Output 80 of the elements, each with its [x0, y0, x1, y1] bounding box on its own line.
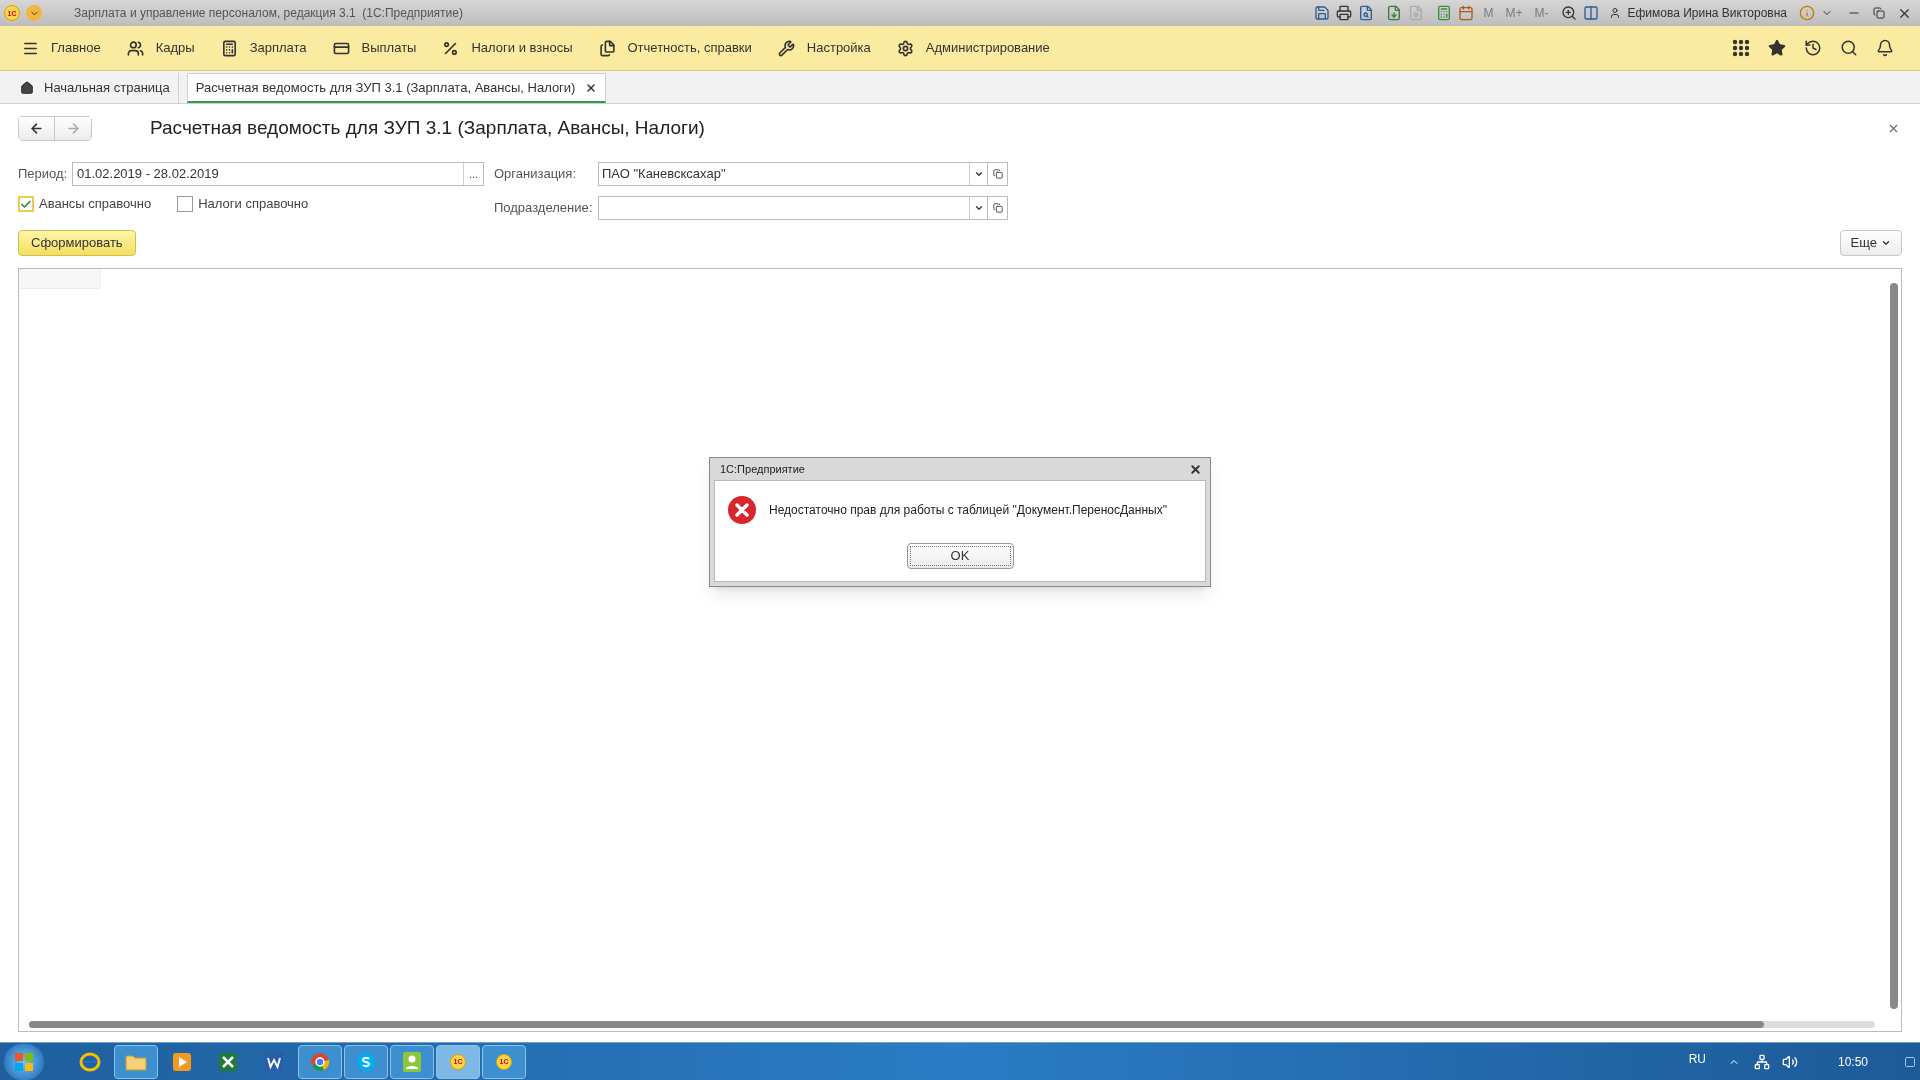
checkbox-label: Авансы справочно [39, 195, 152, 214]
section-item[interactable]: Зарплата [249, 38, 307, 58]
dialog-title: 1С:Предприятие [720, 461, 805, 477]
checkbox[interactable] [18, 196, 34, 212]
field-label: Период: [18, 165, 69, 184]
start-button[interactable] [4, 1043, 44, 1080]
files-icon [598, 39, 616, 57]
arrow-right-icon [65, 120, 81, 136]
bell-icon[interactable] [1876, 39, 1894, 57]
save-icon[interactable] [1314, 5, 1331, 21]
field-label: Организация: [494, 165, 578, 184]
clock[interactable]: 10:50 [1837, 1052, 1868, 1071]
user-icon [1609, 7, 1622, 19]
users-icon [126, 39, 144, 57]
browser-icon [79, 1050, 101, 1073]
section-item[interactable]: Кадры [155, 38, 195, 58]
user-name[interactable]: Ефимова Ирина Викторовна [1627, 4, 1787, 22]
calendar-icon[interactable] [1458, 5, 1475, 21]
print-icon[interactable] [1336, 5, 1353, 21]
close-icon[interactable] [585, 81, 598, 94]
spreadsheet-icon [219, 1052, 237, 1071]
caret-icon[interactable] [973, 203, 984, 213]
open-icon[interactable] [992, 169, 1003, 179]
preview-icon[interactable] [1358, 5, 1375, 21]
document-icon [265, 1052, 283, 1071]
subdivision-field[interactable] [598, 196, 988, 220]
taskbar-app[interactable] [114, 1044, 158, 1079]
caret-icon [1881, 238, 1891, 248]
grid-icon[interactable] [1732, 39, 1750, 57]
open-icon[interactable] [992, 203, 1003, 213]
taskbar-app[interactable] [390, 1044, 434, 1079]
taskbar-app[interactable] [344, 1044, 388, 1079]
caret-icon[interactable] [973, 169, 984, 179]
network-icon[interactable] [1753, 1053, 1770, 1070]
section-item[interactable]: Администрирование [925, 38, 1050, 58]
folder-icon [125, 1052, 147, 1071]
close-icon[interactable] [1189, 462, 1202, 476]
calculator-icon[interactable] [1436, 5, 1453, 21]
more-button[interactable]: Еще [1839, 230, 1902, 256]
back-button[interactable] [19, 116, 55, 140]
form-title: Расчетная ведомость для ЗУП 3.1 (Зарплата, Авансы, Налоги) [150, 115, 705, 140]
section-item[interactable]: Главное [51, 38, 101, 58]
checkbox[interactable] [177, 196, 194, 212]
checkbox-label: Налоги справочно [198, 195, 309, 214]
window-title: Зарплата и управление персоналом, редакция 3.1 (1С:Предприятие) [74, 5, 463, 22]
generate-button[interactable]: Сформировать [18, 230, 136, 256]
chat-icon [356, 1051, 376, 1072]
error-message: Недостаточно прав для работы с таблицей "Документ.ПереносДанных" [769, 502, 1167, 519]
error-icon [727, 495, 757, 525]
select-period-button[interactable]: ... [463, 163, 483, 185]
calculator-icon [220, 39, 238, 57]
search-icon[interactable] [1840, 39, 1858, 57]
organization-field[interactable]: ПАО "Каневсксахар" [598, 162, 988, 186]
home-icon [20, 81, 34, 95]
period-field[interactable]: 01.02.2019 - 28.02.2019 ... [72, 162, 484, 186]
file-icon[interactable] [1386, 5, 1403, 21]
section-item[interactable]: Настройка [806, 38, 871, 58]
zoom-icon[interactable] [1561, 5, 1578, 21]
windows-logo-icon [14, 1051, 34, 1072]
section-item[interactable]: Налоги и взносы [471, 38, 573, 58]
person-icon [403, 1051, 421, 1072]
history-icon[interactable] [1804, 39, 1822, 57]
ok-button[interactable]: OK [906, 543, 1014, 569]
field-label: Подразделение: [494, 199, 594, 218]
browser-icon [310, 1051, 330, 1072]
language-indicator[interactable]: RU [1688, 1049, 1706, 1068]
section-item[interactable]: Отчетность, справки [627, 38, 752, 58]
taskbar-app[interactable] [298, 1044, 342, 1079]
tab[interactable]: Расчетная ведомость для ЗУП 3.1 (Зарплата, Авансы, Налоги) [186, 73, 607, 103]
percent-icon [442, 39, 460, 57]
play-icon [173, 1052, 191, 1071]
panels-icon[interactable] [1583, 5, 1600, 21]
section-item[interactable]: Выплаты [361, 38, 417, 58]
show-desktop-icon[interactable] [1904, 1055, 1916, 1068]
tab[interactable]: Начальная страница [12, 73, 179, 103]
volume-icon[interactable] [1781, 1053, 1798, 1070]
wrench-icon [777, 39, 795, 57]
settings-icon [896, 39, 914, 57]
star-icon[interactable] [1768, 39, 1786, 57]
restore-icon[interactable] [1873, 7, 1885, 19]
